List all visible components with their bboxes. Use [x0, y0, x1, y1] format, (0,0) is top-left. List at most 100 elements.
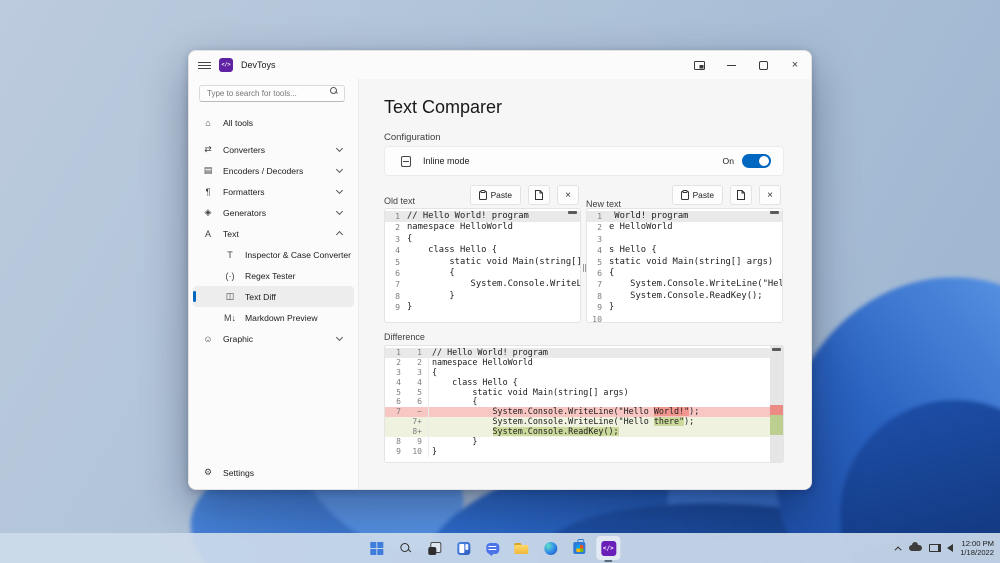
old-line-number: 6 [385, 397, 407, 407]
new-open-file-button[interactable] [730, 185, 752, 205]
diff-scroll-handle[interactable] [772, 348, 781, 351]
chevron-down-icon [336, 145, 343, 152]
splitter-grip[interactable] [583, 264, 588, 272]
new-line-number: 7+ [407, 417, 429, 427]
search-input[interactable] [199, 85, 345, 102]
file-explorer-taskbar-icon[interactable] [509, 536, 533, 560]
old-open-file-button[interactable] [528, 185, 550, 205]
start-taskbar-icon[interactable] [364, 536, 388, 560]
diff-line: 11// Hello World! program [385, 348, 770, 358]
new-paste-button[interactable]: Paste [672, 185, 723, 205]
store-taskbar-icon[interactable] [567, 536, 591, 560]
line-code: } [609, 302, 614, 313]
toggle-state-label: On [723, 156, 734, 166]
main-content: Text Comparer Configuration Inline mode … [359, 79, 811, 489]
sidebar-item-label: Inspector & Case Converter [245, 250, 351, 260]
generators-icon: ◈ [193, 207, 223, 218]
old-clear-button[interactable]: × [557, 185, 579, 205]
volume-icon[interactable] [947, 544, 953, 552]
inspector-case-converter-icon: T [215, 250, 245, 260]
titlebar[interactable]: </> DevToys × [189, 51, 811, 79]
sidebar-item-graphic[interactable]: ☺Graphic [193, 328, 354, 349]
diff-line-code: // Hello World! program [429, 348, 548, 358]
search-icon[interactable] [330, 87, 338, 95]
compact-overlay-button[interactable] [683, 51, 715, 79]
line-code: System.Console.WriteLine("Hello th [609, 279, 782, 290]
sidebar-nav: ⌂All tools⇄Converters▤Encoders / Decoder… [189, 112, 358, 349]
widgets-taskbar-icon[interactable] [451, 536, 475, 560]
minimize-button[interactable] [715, 51, 747, 79]
search-box [199, 83, 344, 102]
edge-taskbar-icon[interactable] [538, 536, 562, 560]
diff-line-code: System.Console.WriteLine("Hello World!")… [429, 407, 699, 417]
diff-line-added: 7+ System.Console.WriteLine("Hello there… [385, 417, 770, 427]
chevron-down-icon [336, 334, 343, 341]
difference-panel[interactable]: 11// Hello World! program22namespace Hel… [384, 345, 784, 463]
old-editor-scrollbar[interactable] [568, 211, 577, 214]
onedrive-icon[interactable] [909, 545, 922, 551]
line-code: static void Main(string[] args) [407, 257, 580, 268]
line-number: 6 [587, 268, 609, 279]
sidebar-item-generators[interactable]: ◈Generators [193, 202, 354, 223]
converters-icon: ⇄ [193, 144, 223, 155]
code-line: 4s Hello { [587, 245, 782, 256]
tray-hidden-icons-chevron[interactable] [895, 546, 902, 553]
diff-deleted-marker [770, 405, 783, 415]
diff-line: 910} [385, 447, 770, 457]
devtoys-taskbar-icon[interactable]: </> [596, 536, 620, 560]
new-line-number: 8+ [407, 427, 429, 437]
close-button[interactable]: × [779, 51, 811, 79]
inline-mode-label: Inline mode [423, 156, 470, 166]
sidebar-item-label: Text Diff [245, 292, 276, 302]
sidebar-item-text[interactable]: AText [193, 223, 354, 244]
sidebar-item-label: Converters [223, 145, 265, 155]
new-clear-button[interactable]: × [759, 185, 781, 205]
line-code: s Hello { [609, 245, 657, 256]
code-line: 3 [587, 234, 782, 245]
sidebar-item-markdown-preview[interactable]: M↓Markdown Preview [193, 307, 354, 328]
chevron-down-icon [336, 166, 343, 173]
chat-taskbar-icon[interactable] [480, 536, 504, 560]
text-diff-icon: ◫ [215, 291, 245, 302]
old-text-editor[interactable]: 1// Hello World! program2namespace Hello… [384, 208, 581, 323]
inline-mode-card: Inline mode On [384, 146, 784, 176]
diff-line: 89 } [385, 437, 770, 447]
code-line: 7 System.Console.WriteLine("Hello th [587, 279, 782, 290]
sidebar-item-label: Graphic [223, 334, 253, 344]
new-text-editor[interactable]: 1 World! program2e HelloWorld34s Hello {… [586, 208, 783, 323]
sidebar-item-converters[interactable]: ⇄Converters [193, 139, 354, 160]
search-taskbar-icon[interactable] [393, 536, 417, 560]
code-line: 6{ [587, 268, 782, 279]
diff-line: 66 { [385, 397, 770, 407]
line-number: 5 [385, 257, 407, 268]
old-paste-button[interactable]: Paste [470, 185, 521, 205]
code-line: 2e HelloWorld [587, 222, 782, 233]
line-number: 5 [587, 257, 609, 268]
line-number: 1 [385, 211, 407, 222]
diff-added-marker [770, 415, 783, 435]
sidebar-item-inspector-case-converter[interactable]: TInspector & Case Converter [193, 244, 354, 265]
maximize-button[interactable] [747, 51, 779, 79]
new-editor-scrollbar[interactable] [770, 211, 779, 214]
sidebar-item-regex-tester[interactable]: (·)Regex Tester [193, 265, 354, 286]
code-line: 1 World! program [587, 211, 782, 222]
diff-scrollbar[interactable] [770, 346, 783, 462]
sidebar-item-encoders-decoders[interactable]: ▤Encoders / Decoders [193, 160, 354, 181]
sidebar-item-formatters[interactable]: ¶Formatters [193, 181, 354, 202]
sidebar-item-settings[interactable]: ⚙ Settings [193, 462, 354, 483]
line-code: World! program [609, 211, 688, 222]
inline-mode-toggle[interactable] [742, 154, 771, 168]
hamburger-menu-icon[interactable] [189, 62, 219, 69]
sidebar-item-all-tools[interactable]: ⌂All tools [193, 112, 354, 133]
line-code: namespace HelloWorld [407, 222, 513, 233]
taskbar-clock[interactable]: 12:00 PM 1/18/2022 [960, 539, 994, 557]
all-tools-icon: ⌂ [193, 118, 223, 128]
sidebar-item-text-diff[interactable]: ◫Text Diff [193, 286, 354, 307]
code-line: 5 static void Main(string[] args) [385, 257, 580, 268]
line-number: 10 [587, 314, 609, 323]
sidebar-item-label: Markdown Preview [245, 313, 318, 323]
task-view-taskbar-icon[interactable] [422, 536, 446, 560]
new-line-number: 9 [407, 437, 429, 447]
line-number: 8 [385, 291, 407, 302]
line-code: e HelloWorld [609, 222, 673, 233]
